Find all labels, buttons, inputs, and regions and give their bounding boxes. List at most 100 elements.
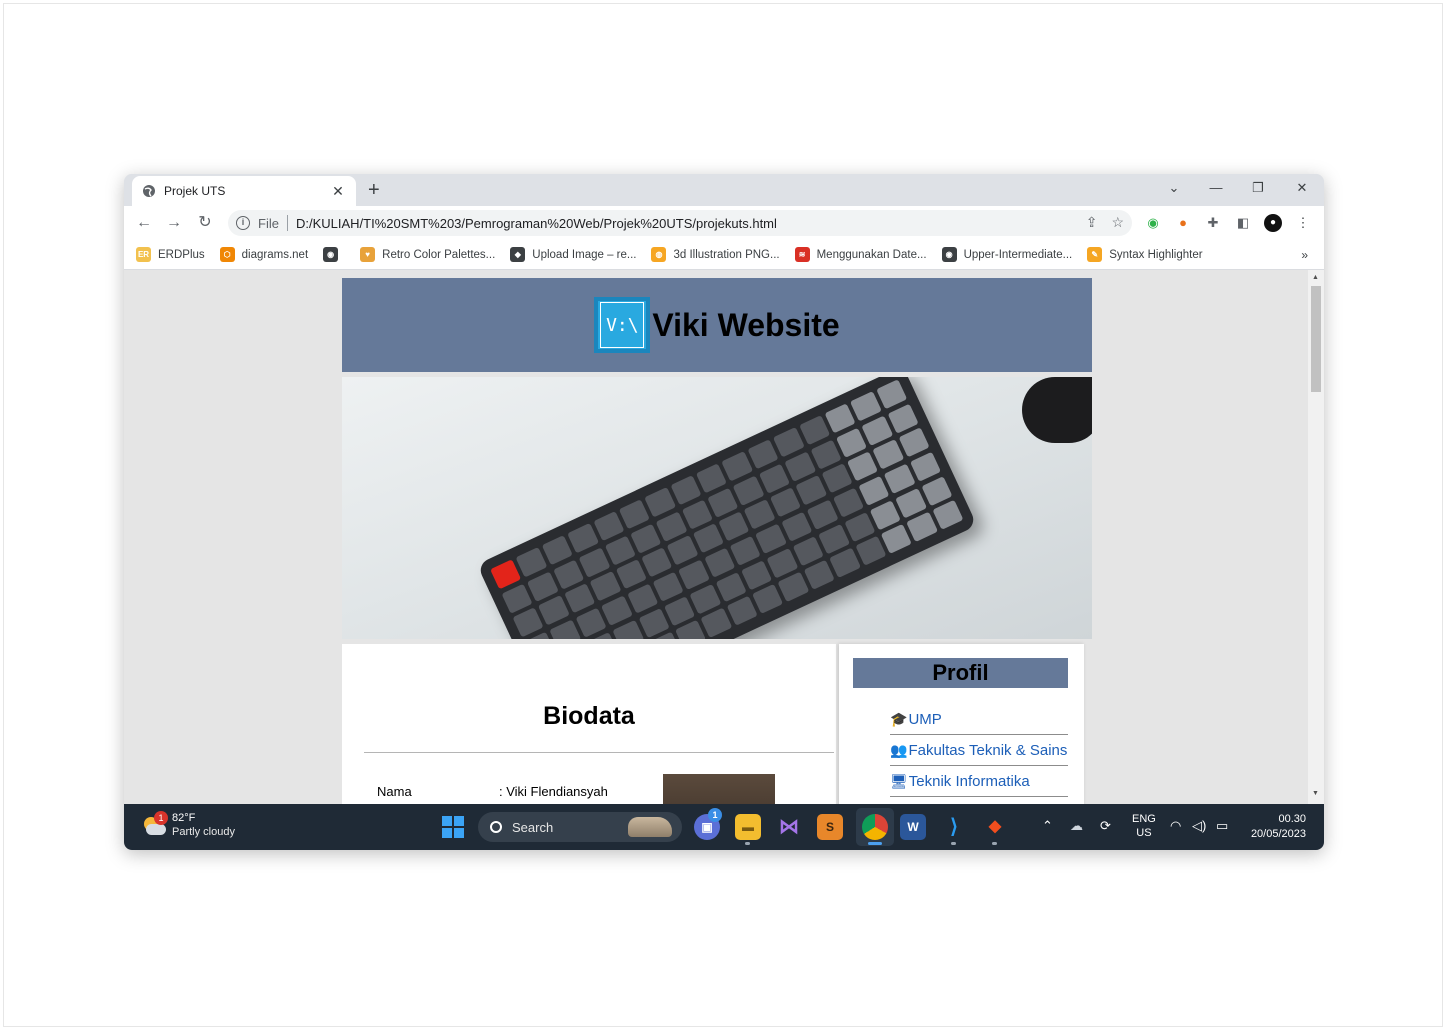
keycap [858, 475, 890, 506]
sublime-text-icon[interactable]: S [817, 814, 843, 840]
keycap [792, 535, 824, 567]
site-logo[interactable]: V:\ [594, 297, 651, 353]
figma-icon[interactable]: ◆ [982, 814, 1008, 840]
back-arrow-icon[interactable]: ← [134, 214, 154, 232]
scroll-thumb[interactable] [1311, 286, 1321, 392]
share-icon[interactable]: ⇪ [1086, 214, 1098, 231]
wifi-icon[interactable]: ◠ [1170, 818, 1181, 834]
url-text[interactable]: D:/KULIAH/TI%20SMT%203/Pemrograman%20Web… [296, 216, 777, 231]
bookmark-item[interactable]: ◍ 3d Illustration PNG... [651, 247, 780, 262]
system-clock[interactable]: 00.30 20/05/2023 [1251, 812, 1306, 842]
users-icon: 👥 [890, 741, 908, 758]
bookmark-star-icon[interactable]: ☆ [1111, 214, 1124, 231]
visual-studio-icon[interactable]: ⋈ [776, 814, 802, 840]
weather-widget[interactable]: 1 82°F Partly cloudy [142, 810, 235, 839]
forward-arrow-icon[interactable]: → [164, 214, 184, 232]
bookmark-item[interactable]: ◉ Upper-Intermediate... [941, 247, 1072, 262]
bookmarks-overflow-icon[interactable]: » [1301, 248, 1308, 262]
restore-button[interactable]: ❐ [1248, 180, 1268, 196]
sync-icon[interactable]: ⟳ [1100, 818, 1111, 834]
content-area: Biodata Nama : Viki Flendiansyah Profil … [342, 644, 1092, 804]
profil-sidebar: Profil 🎓 UMP 👥 Fakultas Teknik & Sains 🖥… [839, 644, 1084, 804]
tab-close-icon[interactable]: ✕ [330, 183, 346, 200]
keycap [663, 595, 696, 627]
keycap [829, 548, 861, 579]
bookmark-label: 3d Illustration PNG... [673, 248, 780, 261]
bookmark-item[interactable]: ♥ Retro Color Palettes... [360, 247, 495, 262]
keycap [732, 475, 765, 506]
tab-projek-uts[interactable]: Projek UTS ✕ [132, 176, 356, 206]
keycap [604, 535, 636, 566]
keycap [629, 523, 662, 554]
keycap [744, 499, 776, 530]
bookmark-label: Upload Image – re... [532, 248, 637, 261]
keycap [846, 451, 879, 482]
keycap [795, 475, 827, 506]
highlighter-icon: ✎ [1087, 247, 1103, 262]
tab-search-icon[interactable]: ⌄ [1164, 180, 1184, 196]
keycap [798, 415, 831, 446]
bookmark-item[interactable]: ⬡ diagrams.net [219, 247, 308, 262]
keycap [700, 607, 733, 639]
drawio-icon: ⬡ [219, 247, 235, 262]
keycap [692, 523, 725, 554]
onedrive-icon[interactable]: ☁ [1070, 818, 1083, 834]
keycap [821, 463, 853, 494]
profile-avatar[interactable]: ● [1264, 214, 1282, 232]
bookmark-item[interactable]: ◆ Upload Image – re... [510, 247, 636, 262]
keycap [703, 547, 736, 578]
bio-value-nama: : Viki Flendiansyah [499, 784, 608, 799]
taskbar-search[interactable]: Search [478, 812, 682, 842]
biodata-heading: Biodata [543, 702, 635, 730]
bookmark-item[interactable]: ✎ Syntax Highlighter [1087, 247, 1203, 262]
biodata-section: Biodata Nama : Viki Flendiansyah [342, 644, 836, 804]
keycap [766, 547, 799, 579]
battery-icon[interactable]: ▭ [1216, 818, 1228, 834]
volume-icon[interactable]: ◁) [1192, 818, 1206, 834]
side-panel-icon[interactable]: ◧ [1234, 214, 1252, 232]
profil-link-teknik-informatika[interactable]: 🖥 Teknik Informatika [890, 766, 1068, 797]
profile-photo [663, 774, 775, 804]
keycap [758, 463, 790, 494]
minimize-button[interactable]: — [1206, 180, 1226, 195]
keycap [715, 571, 747, 603]
keycap [909, 451, 942, 482]
windows-start-icon[interactable] [442, 816, 464, 838]
illustration-icon: ◍ [651, 247, 667, 262]
bookmark-item[interactable]: ≋ Menggunakan Date... [794, 247, 927, 262]
extension-eye-icon[interactable]: ◉ [1144, 214, 1162, 232]
scroll-up-arrow-icon[interactable]: ▲ [1312, 274, 1319, 281]
keycap [678, 559, 710, 590]
scroll-down-arrow-icon[interactable]: ▼ [1312, 790, 1319, 797]
tray-overflow-chevron-icon[interactable]: ⌃ [1042, 818, 1053, 834]
extensions-puzzle-icon[interactable]: ✚ [1204, 214, 1222, 232]
profil-link-label: UMP [908, 710, 942, 728]
reload-icon[interactable]: ↻ [195, 214, 215, 232]
keycap [769, 487, 802, 518]
keycap [784, 451, 816, 482]
keycap [932, 500, 964, 531]
bookmark-label: Menggunakan Date... [816, 248, 927, 261]
keycap [875, 379, 908, 410]
site-title: Viki Website [652, 306, 840, 343]
address-bar[interactable]: i File D:/KULIAH/TI%20SMT%203/Pemrograma… [228, 210, 1132, 236]
banner-keyboard-image [342, 377, 1092, 639]
bookmark-item[interactable]: ◉ [323, 247, 345, 262]
extension-recorder-icon[interactable]: ● [1174, 214, 1192, 232]
site-info-icon[interactable]: i [236, 216, 250, 230]
profil-link-ump[interactable]: 🎓 UMP [890, 704, 1068, 735]
vscode-icon[interactable]: ⟩ [941, 814, 967, 840]
word-icon[interactable]: W [900, 814, 926, 840]
keycap [806, 499, 839, 530]
bookmark-item[interactable]: ER ERDPlus [136, 247, 205, 262]
menu-kebab-icon[interactable]: ⋮ [1294, 214, 1312, 232]
file-explorer-icon[interactable]: ▬ [735, 814, 761, 840]
chrome-icon[interactable] [862, 814, 888, 840]
profil-link-fakultas[interactable]: 👥 Fakultas Teknik & Sains [890, 735, 1068, 766]
new-tab-button[interactable]: + [368, 180, 380, 200]
close-window-button[interactable]: ✕ [1292, 180, 1312, 196]
keycap [689, 583, 721, 615]
vertical-scrollbar[interactable]: ▲ ▼ [1308, 270, 1324, 804]
language-indicator[interactable]: ENG US [1132, 812, 1156, 840]
keycap [626, 583, 659, 614]
